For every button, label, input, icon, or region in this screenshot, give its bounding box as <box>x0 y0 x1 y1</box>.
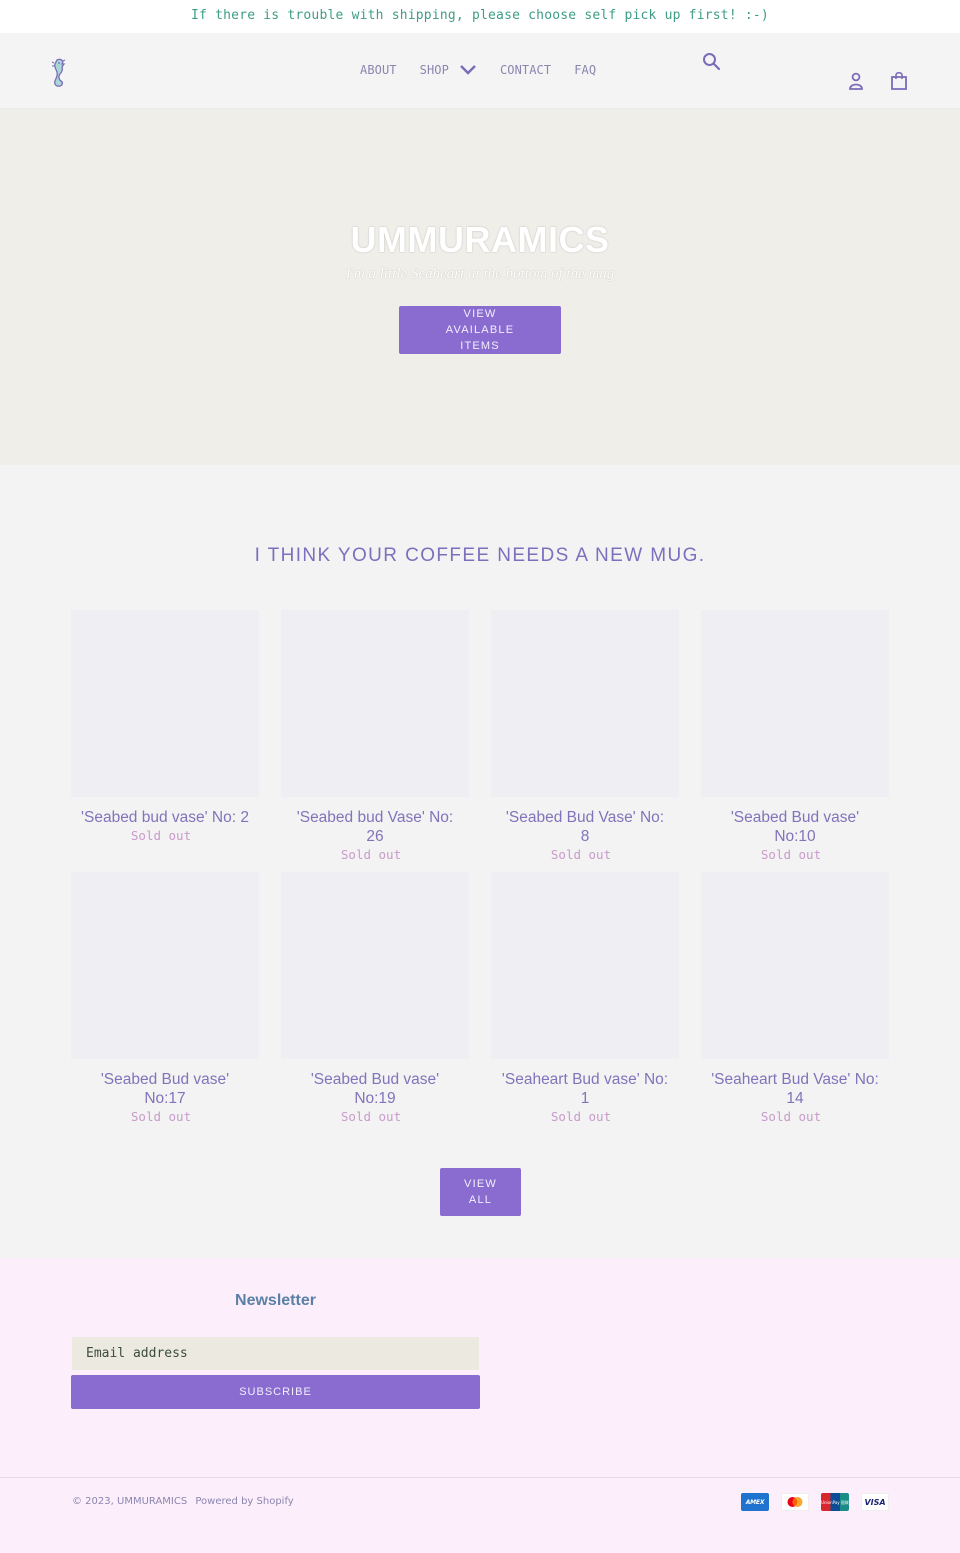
product-card[interactable]: 'Seabed Bud vase' No:19 Sold out <box>281 872 469 1124</box>
product-image[interactable] <box>71 872 259 1059</box>
mastercard-icon <box>781 1493 809 1511</box>
main-nav: ABOUT SHOP CONTACT FAQ <box>360 33 619 109</box>
nav-contact[interactable]: CONTACT <box>500 63 551 77</box>
product-status: Sold out <box>550 847 612 862</box>
product-title[interactable]: 'Seabed bud vase' No: 2 <box>71 808 259 827</box>
footer-divider <box>0 1477 960 1478</box>
payment-icons: AMEX UnionPay 银联 VISA <box>741 1493 889 1511</box>
product-card[interactable]: 'Seaheart Bud Vase' No: 14 Sold out <box>701 872 889 1124</box>
unionpay-icon: UnionPay 银联 <box>821 1493 849 1511</box>
product-title[interactable]: 'Seabed Bud vase' No:17 <box>71 1070 259 1108</box>
nav-about-label: ABOUT <box>360 63 397 77</box>
hero-banner: UMMURAMICS I'm a little Seaheart at the … <box>0 109 960 465</box>
product-image[interactable] <box>701 610 889 797</box>
product-image[interactable] <box>281 610 469 797</box>
brand-link[interactable]: UMMURAMICS <box>117 1496 187 1507</box>
product-status: Sold out <box>760 847 822 862</box>
site-footer: Newsletter SUBSCRIBE © 2023, UMMURAMICS … <box>0 1258 960 1553</box>
product-image[interactable] <box>491 872 679 1059</box>
product-grid: 'Seabed bud vase' No: 2 Sold out 'Seabed… <box>71 610 889 1124</box>
amex-icon: AMEX <box>741 1493 769 1511</box>
newsletter-title: Newsletter <box>235 1292 316 1309</box>
copyright: © 2023, UMMURAMICS Powered by Shopify <box>72 1496 294 1507</box>
mastercard-circles <box>787 1497 803 1507</box>
product-image[interactable] <box>701 872 889 1059</box>
view-available-items-button[interactable]: VIEW AVAILABLE ITEMS <box>399 306 561 354</box>
nav-faq[interactable]: FAQ <box>574 63 596 77</box>
seahorse-logo-icon[interactable] <box>48 57 70 89</box>
product-title[interactable]: 'Seabed bud Vase' No: 26 <box>281 808 469 846</box>
collection-title: I THINK YOUR COFFEE NEEDS A NEW MUG. <box>254 545 706 566</box>
featured-collection: I THINK YOUR COFFEE NEEDS A NEW MUG. 'Se… <box>0 465 960 1258</box>
product-title[interactable]: 'Seaheart Bud Vase' No: 14 <box>701 1070 889 1108</box>
unionpay-label: UnionPay 银联 <box>821 1499 849 1505</box>
hero-subtitle: I'm a little Seaheart at the bottom of t… <box>345 266 615 282</box>
powered-by-shopify-link[interactable]: Powered by Shopify <box>195 1496 293 1507</box>
nav-contact-label: CONTACT <box>499 63 552 77</box>
product-status: Sold out <box>340 1109 402 1124</box>
product-card[interactable]: 'Seabed Bud vase' No:10 Sold out <box>701 610 889 872</box>
announcement-text: If there is trouble with shipping, pleas… <box>191 8 769 23</box>
site-header: ABOUT SHOP CONTACT FAQ <box>0 33 960 109</box>
nav-shop[interactable]: SHOP <box>420 63 477 77</box>
visa-icon: VISA <box>861 1493 889 1511</box>
product-image[interactable] <box>281 872 469 1059</box>
product-title[interactable]: 'Seabed Bud vase' No:19 <box>281 1070 469 1108</box>
hero-title: UMMURAMICS <box>350 219 610 260</box>
search-icon[interactable] <box>702 52 721 71</box>
product-card[interactable]: 'Seabed Bud vase' No:17 Sold out <box>71 872 259 1124</box>
email-input[interactable] <box>72 1337 479 1370</box>
announcement-bar: If there is trouble with shipping, pleas… <box>0 0 960 33</box>
product-title[interactable]: 'Seaheart Bud vase' No: 1 <box>491 1070 679 1108</box>
copyright-year: © 2023, <box>72 1496 114 1507</box>
product-title[interactable]: 'Seabed Bud vase' No:10 <box>701 808 889 846</box>
subscribe-button[interactable]: SUBSCRIBE <box>71 1375 480 1409</box>
product-status: Sold out <box>340 847 402 862</box>
product-card[interactable]: 'Seabed Bud Vase' No: 8 Sold out <box>491 610 679 872</box>
product-status: Sold out <box>130 1109 192 1124</box>
product-status: Sold out <box>130 828 192 843</box>
cart-icon[interactable] <box>890 71 908 91</box>
product-title[interactable]: 'Seabed Bud Vase' No: 8 <box>491 808 679 846</box>
product-card[interactable]: 'Seabed bud Vase' No: 26 Sold out <box>281 610 469 872</box>
visa-label: VISA <box>864 1497 886 1507</box>
account-icon[interactable] <box>848 72 864 91</box>
product-card[interactable]: 'Seaheart Bud vase' No: 1 Sold out <box>491 872 679 1124</box>
product-card[interactable]: 'Seabed bud vase' No: 2 Sold out <box>71 610 259 872</box>
product-image[interactable] <box>71 610 259 797</box>
view-all-button[interactable]: VIEW ALL <box>440 1168 521 1216</box>
nav-shop-label: SHOP <box>419 63 449 77</box>
amex-label: AMEX <box>745 1498 765 1506</box>
product-image[interactable] <box>491 610 679 797</box>
product-status: Sold out <box>550 1109 612 1124</box>
product-status: Sold out <box>760 1109 822 1124</box>
chevron-down-icon <box>460 65 476 75</box>
nav-about[interactable]: ABOUT <box>360 63 397 77</box>
nav-faq-label: FAQ <box>574 63 597 77</box>
